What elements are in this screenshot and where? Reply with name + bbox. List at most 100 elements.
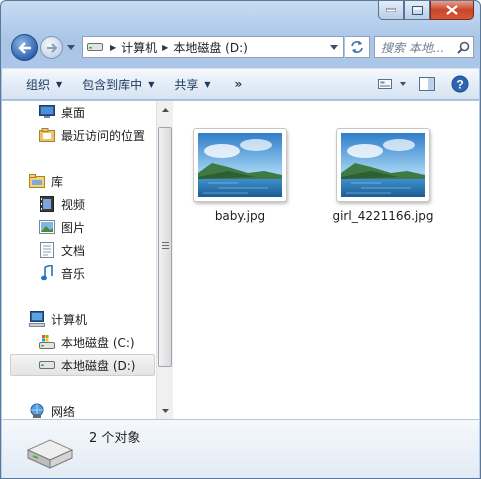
- nav-label: 视频: [61, 197, 86, 212]
- nav-item-recent[interactable]: 最近访问的位置: [38, 124, 145, 146]
- nav-label: 音乐: [61, 266, 86, 281]
- navigation-scrollbar[interactable]: [156, 101, 173, 419]
- nav-item-network[interactable]: 网络: [28, 400, 75, 419]
- file-name: baby.jpg: [214, 209, 266, 223]
- nav-label: 本地磁盘 (C:): [61, 335, 135, 350]
- details-pane: 2 个对象: [2, 419, 479, 478]
- chevron-down-icon: ▼: [148, 79, 155, 89]
- image-thumbnail: [193, 128, 287, 202]
- nav-item-desktop[interactable]: 桌面: [38, 101, 85, 123]
- system-drive-icon: [38, 333, 56, 351]
- search-box[interactable]: 搜索 本地...: [374, 36, 474, 58]
- back-arrow-icon: [17, 41, 31, 54]
- help-icon: ?: [451, 75, 469, 93]
- change-view-button[interactable]: [373, 69, 413, 99]
- command-bar: 组织 ▼ 包含到库中 ▼ 共享 ▼ » ?: [2, 68, 479, 100]
- nav-item-libraries[interactable]: 库: [28, 170, 63, 192]
- minimize-icon: [386, 8, 396, 12]
- scroll-grip-icon: [162, 242, 169, 251]
- library-icon: [28, 172, 46, 190]
- chevron-down-icon: ▼: [204, 79, 211, 89]
- drive-icon: [85, 37, 105, 57]
- help-button[interactable]: ?: [441, 69, 479, 99]
- command-bar-right: ?: [373, 69, 479, 99]
- organize-label: 组织: [26, 77, 51, 92]
- landscape-image-icon: [198, 133, 282, 197]
- scroll-up-icon: [162, 107, 169, 112]
- breadcrumb-drive-d[interactable]: 本地磁盘 (D:): [173, 39, 247, 56]
- scroll-thumb[interactable]: [158, 127, 172, 367]
- nav-item-music[interactable]: 音乐: [38, 262, 85, 284]
- nav-label: 本地磁盘 (D:): [61, 358, 136, 373]
- computer-icon: [28, 310, 46, 328]
- file-item[interactable]: baby.jpg: [185, 128, 295, 225]
- nav-item-videos[interactable]: 视频: [38, 193, 85, 215]
- recent-places-icon: [38, 126, 56, 144]
- preview-pane-button[interactable]: [413, 69, 441, 99]
- image-thumbnail: [336, 128, 430, 202]
- caption-buttons: [378, 1, 474, 21]
- preview-pane-icon: [419, 77, 435, 91]
- navigation-pane: 桌面 最近访问的位置 库 视频 图片 文档 音乐 计算机 本地磁盘 (C:) 本…: [2, 101, 156, 419]
- search-input[interactable]: 搜索 本地...: [375, 39, 453, 56]
- close-icon: [446, 5, 458, 15]
- nav-item-drive-c[interactable]: 本地磁盘 (C:): [38, 331, 135, 353]
- history-dropdown[interactable]: [66, 41, 76, 53]
- desktop-icon: [38, 103, 56, 121]
- address-bar[interactable]: ▶ 计算机 ▶ 本地磁盘 (D:): [82, 36, 344, 58]
- include-in-library-label: 包含到库中: [82, 77, 143, 92]
- nav-label: 桌面: [61, 105, 86, 120]
- svg-text:?: ?: [456, 78, 463, 92]
- search-icon[interactable]: [453, 41, 473, 54]
- forward-arrow-icon: [46, 42, 57, 53]
- picture-library-icon: [38, 218, 56, 236]
- include-in-library-button[interactable]: 包含到库中 ▼: [74, 69, 166, 99]
- forward-button[interactable]: [40, 36, 63, 59]
- landscape-image-icon: [341, 133, 425, 197]
- nav-item-documents[interactable]: 文档: [38, 239, 85, 261]
- breadcrumb-separator-icon[interactable]: ▶: [162, 43, 168, 52]
- document-library-icon: [38, 241, 56, 259]
- navigation-row: ▶ 计算机 ▶ 本地磁盘 (D:) 搜索 本地...: [9, 31, 474, 63]
- file-item[interactable]: girl_4221166.jpg: [328, 128, 438, 225]
- nav-item-drive-d[interactable]: 本地磁盘 (D:): [10, 354, 155, 376]
- scroll-down-button[interactable]: [157, 402, 174, 419]
- scroll-down-icon: [162, 408, 169, 413]
- nav-label: 图片: [61, 220, 86, 235]
- view-icon: [378, 79, 406, 89]
- refresh-icon: [351, 41, 363, 53]
- more-commands-button[interactable]: »: [223, 77, 253, 91]
- drive-icon: [24, 430, 76, 472]
- video-library-icon: [38, 195, 56, 213]
- address-dropdown[interactable]: [325, 37, 343, 57]
- nav-item-computer[interactable]: 计算机: [28, 308, 87, 330]
- scroll-up-button[interactable]: [157, 101, 174, 118]
- file-list: baby.jpg girl_4221166.jpg: [177, 101, 479, 419]
- main-content: 桌面 最近访问的位置 库 视频 图片 文档 音乐 计算机 本地磁盘 (C:) 本…: [2, 101, 479, 419]
- back-button[interactable]: [11, 34, 38, 61]
- network-icon: [28, 402, 46, 419]
- breadcrumb-computer[interactable]: 计算机: [121, 39, 157, 56]
- chevron-down-icon: ▼: [56, 79, 63, 89]
- share-button[interactable]: 共享 ▼: [166, 69, 222, 99]
- item-count: 2 个对象: [89, 431, 141, 446]
- chevron-down-icon: [67, 44, 75, 50]
- maximize-button[interactable]: [404, 1, 430, 20]
- nav-label: 最近访问的位置: [61, 128, 146, 143]
- nav-label: 文档: [61, 243, 86, 258]
- nav-label: 计算机: [51, 312, 88, 327]
- organize-button[interactable]: 组织 ▼: [2, 69, 74, 99]
- chevron-down-icon: [330, 44, 338, 50]
- minimize-button[interactable]: [378, 1, 404, 20]
- nav-item-pictures[interactable]: 图片: [38, 216, 85, 238]
- refresh-button[interactable]: [345, 36, 370, 58]
- maximize-icon: [411, 5, 423, 15]
- share-label: 共享: [174, 77, 199, 92]
- breadcrumb-separator-icon[interactable]: ▶: [110, 43, 116, 52]
- explorer-window: ▶ 计算机 ▶ 本地磁盘 (D:) 搜索 本地... 组织 ▼ 包含到库中 ▼ …: [0, 0, 481, 479]
- music-library-icon: [38, 264, 56, 282]
- nav-label: 库: [51, 174, 64, 189]
- close-button[interactable]: [430, 1, 474, 20]
- nav-label: 网络: [51, 404, 76, 419]
- drive-icon: [38, 356, 56, 374]
